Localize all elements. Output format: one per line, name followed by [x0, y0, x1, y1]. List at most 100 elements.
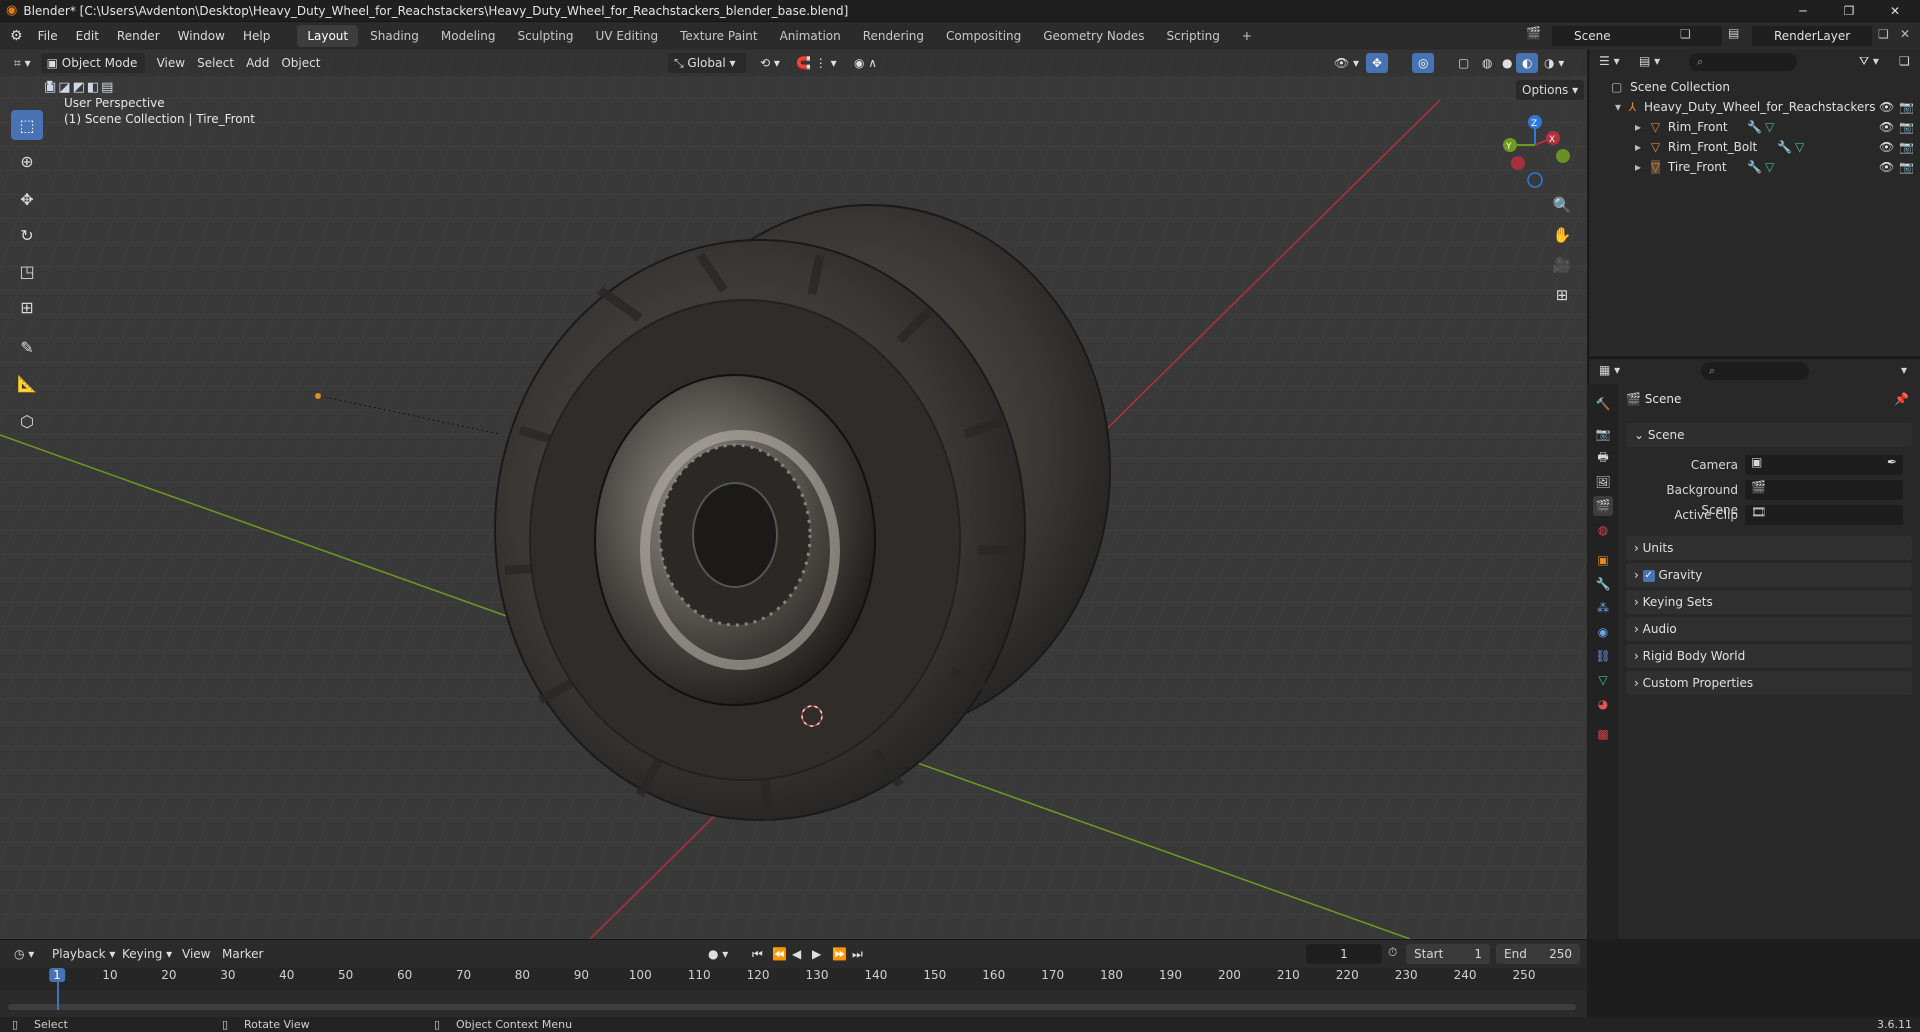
pan-hand-icon[interactable]: ✋ — [1549, 222, 1575, 248]
renderlayer-icon[interactable]: ▤ — [1728, 26, 1739, 40]
transform-tool-icon[interactable]: ⊞ — [11, 292, 43, 322]
frame-tick[interactable]: 50 — [338, 968, 353, 982]
measure-tool-icon[interactable]: 📐 — [11, 368, 43, 398]
outliner-row-rim-front[interactable]: ▸ ▽ Rim_Front 🔧 ▽ 👁 📷 — [1589, 117, 1920, 137]
visibility-eye-icon[interactable]: 👁 — [1879, 117, 1894, 137]
frame-tick[interactable]: 200 — [1218, 968, 1241, 982]
frame-tick[interactable]: 130 — [806, 968, 829, 982]
xray-icon[interactable]: ▢ — [1452, 53, 1475, 73]
shading-material-icon[interactable]: ◐ — [1516, 53, 1539, 73]
frame-tick[interactable]: 230 — [1395, 968, 1418, 982]
frame-tick[interactable]: 140 — [864, 968, 887, 982]
tab-shading[interactable]: Shading — [360, 25, 429, 47]
expand-arrow-icon[interactable]: ▸ — [1635, 120, 1641, 134]
data-tab-icon[interactable]: ▽ — [1593, 670, 1613, 690]
modifier-wrench-icon[interactable]: 🔧 — [1777, 137, 1792, 157]
outliner-row-rim-front-bolt[interactable]: ▸ ▽ Rim_Front_Bolt 🔧 ▽ 👁 📷 — [1589, 137, 1920, 157]
shading-rendered-icon[interactable]: ◑ ▾ — [1538, 53, 1570, 73]
frame-tick[interactable]: 220 — [1336, 968, 1359, 982]
properties-options-icon[interactable]: ▾ — [1901, 363, 1907, 377]
play-reverse-icon[interactable]: ◀ — [786, 944, 807, 964]
menu-add[interactable]: Add — [240, 53, 275, 73]
frame-tick[interactable]: 240 — [1454, 968, 1477, 982]
current-frame-tick[interactable]: 1 — [49, 968, 65, 982]
menu-view[interactable]: View — [151, 53, 191, 73]
tab-modeling[interactable]: Modeling — [431, 25, 506, 47]
menu-select[interactable]: Select — [191, 53, 240, 73]
object-tab-icon[interactable]: ▣ — [1593, 550, 1613, 570]
menu-timeline-view[interactable]: View — [176, 944, 216, 964]
scale-tool-icon[interactable]: ◳ — [11, 256, 43, 286]
timeline-scrollbar[interactable] — [8, 1004, 1576, 1010]
world-tab-icon[interactable]: ◍ — [1593, 520, 1613, 540]
snap-icon[interactable]: 🧲 ⋮ ▾ — [790, 53, 843, 73]
overlay-toggle-icon[interactable]: ◎ — [1412, 53, 1435, 73]
gravity-panel[interactable]: › ✓ Gravity — [1626, 563, 1912, 587]
render-camera-icon[interactable]: 📷 — [1899, 97, 1914, 117]
add-cube-tool-icon[interactable]: ⬡ — [11, 406, 43, 436]
frame-tick[interactable]: 70 — [456, 968, 471, 982]
3d-viewport[interactable]: Z X Y User Perspective (1) Scene Collect… — [0, 50, 1587, 939]
menu-marker[interactable]: Marker — [216, 944, 269, 964]
tab-scripting[interactable]: Scripting — [1156, 25, 1229, 47]
minimize-icon[interactable]: ─ — [1780, 0, 1826, 22]
play-icon[interactable]: ▶ — [806, 944, 827, 964]
visibility-icon[interactable]: 👁 ▾ — [1328, 53, 1365, 73]
annotate-tool-icon[interactable]: ✎ — [11, 332, 43, 362]
menu-keying[interactable]: Keying ▾ — [116, 944, 178, 964]
select-mode-icons[interactable]: ▣◪◩◧▤ — [44, 80, 115, 95]
frame-tick[interactable]: 120 — [747, 968, 770, 982]
gravity-checkbox[interactable]: ✓ — [1642, 569, 1655, 582]
options-dropdown[interactable]: Options ▾ — [1516, 80, 1585, 100]
ortho-grid-icon[interactable]: ⊞ — [1549, 282, 1575, 308]
gizmo-toggle-icon[interactable]: ✥ — [1366, 53, 1389, 73]
object-origin-dot[interactable] — [315, 393, 321, 399]
audio-panel[interactable]: › Audio — [1626, 617, 1912, 641]
pivot-icon[interactable]: ⟲ ▾ — [754, 53, 786, 73]
frame-tick[interactable]: 170 — [1041, 968, 1064, 982]
expand-arrow-icon[interactable]: ▸ — [1635, 160, 1641, 174]
frame-tick[interactable]: 80 — [515, 968, 530, 982]
menu-render[interactable]: Render — [108, 22, 169, 50]
editor-type-icon[interactable]: ⌗ ▾ — [8, 53, 37, 73]
pin-icon[interactable]: 📌 — [1894, 392, 1909, 406]
background-scene-field[interactable]: 🎬 — [1745, 480, 1903, 500]
render-tab-icon[interactable]: 📷 — [1593, 424, 1613, 444]
frame-tick[interactable]: 30 — [220, 968, 235, 982]
camera-field[interactable]: ▣ ✒ — [1745, 455, 1903, 475]
restore-icon[interactable]: ❐ — [1826, 0, 1872, 22]
frame-tick[interactable]: 210 — [1277, 968, 1300, 982]
tab-compositing[interactable]: Compositing — [936, 25, 1031, 47]
active-clip-field[interactable]: 🎞 — [1745, 505, 1903, 525]
proportional-edit-icon[interactable]: ◉ ∧ — [848, 53, 883, 73]
frame-tick[interactable]: 110 — [688, 968, 711, 982]
tab-geometry-nodes[interactable]: Geometry Nodes — [1033, 25, 1154, 47]
menu-edit[interactable]: Edit — [67, 22, 108, 50]
outliner-row-collection[interactable]: ▾ ⅄ Heavy_Duty_Wheel_for_Reachstackers 👁… — [1589, 97, 1920, 117]
rotate-tool-icon[interactable]: ↻ — [11, 220, 43, 250]
zoom-icon[interactable]: 🔍 — [1549, 192, 1575, 218]
frame-tick[interactable]: 150 — [923, 968, 946, 982]
blender-menu-icon[interactable]: ⚙ — [10, 28, 23, 44]
units-panel[interactable]: › Units — [1626, 536, 1912, 560]
visibility-eye-icon[interactable]: 👁 — [1879, 97, 1894, 117]
filter-icon[interactable]: ⛛ ▾ — [1859, 54, 1879, 69]
tab-sculpting[interactable]: Sculpting — [507, 25, 583, 47]
frame-tick[interactable]: 100 — [629, 968, 652, 982]
menu-object[interactable]: Object — [275, 53, 326, 73]
physics-tab-icon[interactable]: ◉ — [1593, 622, 1613, 642]
texture-tab-icon[interactable]: ▩ — [1593, 724, 1613, 744]
menu-window[interactable]: Window — [169, 22, 234, 50]
camera-view-icon[interactable]: 🎥 — [1549, 252, 1575, 278]
modifier-wrench-icon[interactable]: 🔧 — [1747, 157, 1762, 177]
expand-arrow-icon[interactable]: ▾ — [1615, 100, 1621, 114]
eyedropper-icon[interactable]: ✒ — [1887, 455, 1897, 469]
custom-properties-panel[interactable]: › Custom Properties — [1626, 671, 1912, 695]
visibility-eye-icon[interactable]: 👁 — [1879, 157, 1894, 177]
outliner-search-input[interactable]: ⌕ — [1689, 53, 1797, 71]
outliner-row-scene-collection[interactable]: ▢ Scene Collection — [1589, 77, 1920, 97]
frame-tick[interactable]: 190 — [1159, 968, 1182, 982]
end-frame-field[interactable]: End 250 — [1496, 944, 1580, 964]
frame-tick[interactable]: 90 — [574, 968, 589, 982]
scene-tab-icon[interactable]: 🎬 — [1593, 496, 1613, 516]
